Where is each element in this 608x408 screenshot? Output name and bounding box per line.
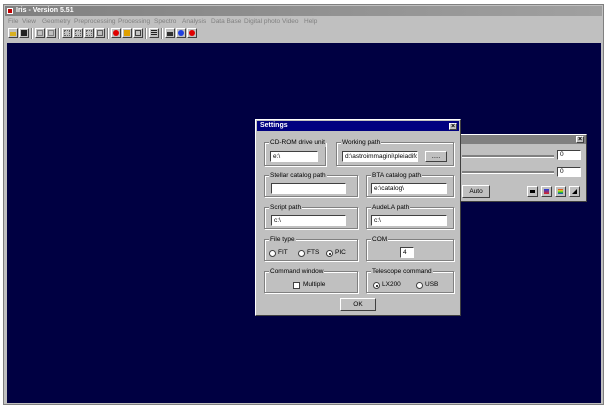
bta-catalog-field[interactable]: e:\catalog\ (371, 183, 447, 194)
bta-catalog-label: BTA catalog path (371, 171, 423, 180)
toolbar-separator (145, 28, 147, 39)
palette-blue-icon[interactable] (541, 186, 552, 197)
undo-icon[interactable] (35, 28, 45, 38)
stellar-catalog-label: Stellar catalog path (269, 171, 327, 180)
menu-digital-photo[interactable]: Digital photo (244, 17, 280, 26)
file-type-group: File type FIT FTS PIC (264, 235, 358, 261)
browse-button[interactable]: ..... (425, 151, 447, 162)
palette-gradient-icon[interactable] (569, 186, 580, 197)
toolbar-separator (58, 28, 60, 39)
title-bar: Iris - Version 5.51 (5, 6, 602, 16)
record-icon[interactable] (187, 28, 197, 38)
menu-preprocessing[interactable]: Preprocessing (74, 17, 116, 26)
zoom-icon[interactable] (62, 28, 72, 38)
file-type-label: File type (269, 235, 296, 244)
palette-rainbow-icon[interactable] (555, 186, 566, 197)
working-path-field[interactable]: d:\astroimmagini\pleiadifont (342, 151, 418, 162)
radio-lx200[interactable] (373, 282, 380, 289)
script-path-group: Script path c:\ (264, 203, 358, 229)
toolbar-separator (31, 28, 33, 39)
radio-fts-label: FTS (307, 249, 320, 256)
cdrom-field[interactable]: e:\ (270, 151, 318, 162)
stellar-catalog-field[interactable] (271, 183, 346, 194)
threshold-panel: × 0 0 Auto (459, 134, 587, 202)
grid-icon[interactable] (133, 28, 143, 38)
audela-path-group: AudeLA path c:\ (366, 203, 454, 229)
bta-catalog-group: BTA catalog path e:\catalog\ (366, 171, 454, 197)
working-path-group: Working path d:\astroimmagini\pleiadifon… (336, 138, 454, 166)
palette-bw-icon[interactable] (527, 186, 538, 197)
com-label: COM (371, 235, 389, 244)
menu-processing[interactable]: Processing (118, 17, 150, 26)
low-threshold-slider[interactable] (462, 171, 554, 174)
app-icon (7, 8, 13, 14)
zoom-out-icon[interactable] (73, 28, 83, 38)
save-icon[interactable] (19, 28, 29, 38)
script-path-field[interactable]: c:\ (271, 215, 346, 226)
color-icon[interactable] (122, 28, 132, 38)
high-threshold-field[interactable]: 0 (557, 150, 581, 160)
toolbar (5, 27, 602, 41)
menu-database[interactable]: Data Base (211, 17, 241, 26)
working-path-label: Working path (341, 138, 382, 147)
radio-lx200-label: LX200 (382, 281, 401, 288)
toolbar-separator (161, 28, 163, 39)
com-field[interactable]: 4 (400, 247, 414, 258)
menu-file[interactable]: File (8, 17, 18, 26)
command-window-group: Command window Multiple (264, 267, 358, 293)
open-folder-icon[interactable] (8, 28, 18, 38)
radio-fit-label: FIT (278, 249, 288, 256)
command-window-label: Command window (269, 267, 325, 276)
radio-pic[interactable] (326, 250, 333, 257)
low-threshold-field[interactable]: 0 (557, 167, 581, 177)
radio-fts[interactable] (298, 250, 305, 257)
com-group: COM 4 (366, 235, 454, 261)
radio-usb-label: USB (425, 281, 439, 288)
close-icon[interactable]: × (576, 136, 584, 143)
script-path-label: Script path (269, 203, 303, 212)
stop-icon[interactable] (111, 28, 121, 38)
multiple-checkbox-label: Multiple (303, 281, 326, 288)
cdrom-group: CD-ROM drive unit e:\ (264, 138, 326, 166)
menu-video[interactable]: Video (282, 17, 299, 26)
menu-geometry[interactable]: Geometry (42, 17, 71, 26)
ok-button[interactable]: OK (340, 298, 376, 311)
settings-title: Settings (257, 121, 459, 131)
cdrom-label: CD-ROM drive unit (269, 138, 326, 147)
toolbar-separator (107, 28, 109, 39)
camera-icon[interactable] (165, 28, 175, 38)
high-threshold-slider[interactable] (462, 155, 554, 158)
settings-dialog: Settings × CD-ROM drive unit e:\ Working… (255, 119, 461, 316)
window-title: Iris - Version 5.51 (16, 7, 74, 14)
menu-view[interactable]: View (22, 17, 36, 26)
menu-help[interactable]: Help (304, 17, 317, 26)
telescope-command-label: Telescope command (371, 267, 433, 276)
redo-icon[interactable] (46, 28, 56, 38)
audela-path-label: AudeLA path (371, 203, 411, 212)
radio-fit[interactable] (269, 250, 276, 257)
list-icon[interactable] (149, 28, 159, 38)
menu-bar: File View Geometry Preprocessing Process… (5, 17, 602, 26)
crosshair-icon[interactable] (176, 28, 186, 38)
radio-pic-label: PIC (335, 249, 346, 256)
threshold-panel-title (460, 135, 586, 144)
zoom-in-icon[interactable] (84, 28, 94, 38)
stellar-catalog-group: Stellar catalog path (264, 171, 358, 197)
close-icon[interactable]: × (449, 123, 457, 130)
audela-path-field[interactable]: c:\ (371, 215, 447, 226)
radio-usb[interactable] (416, 282, 423, 289)
multiple-checkbox[interactable] (293, 282, 300, 289)
menu-spectro[interactable]: Spectro (154, 17, 176, 26)
menu-analysis[interactable]: Analysis (182, 17, 206, 26)
auto-button[interactable]: Auto (462, 185, 490, 198)
telescope-command-group: Telescope command LX200 USB (366, 267, 454, 293)
fit-icon[interactable] (95, 28, 105, 38)
